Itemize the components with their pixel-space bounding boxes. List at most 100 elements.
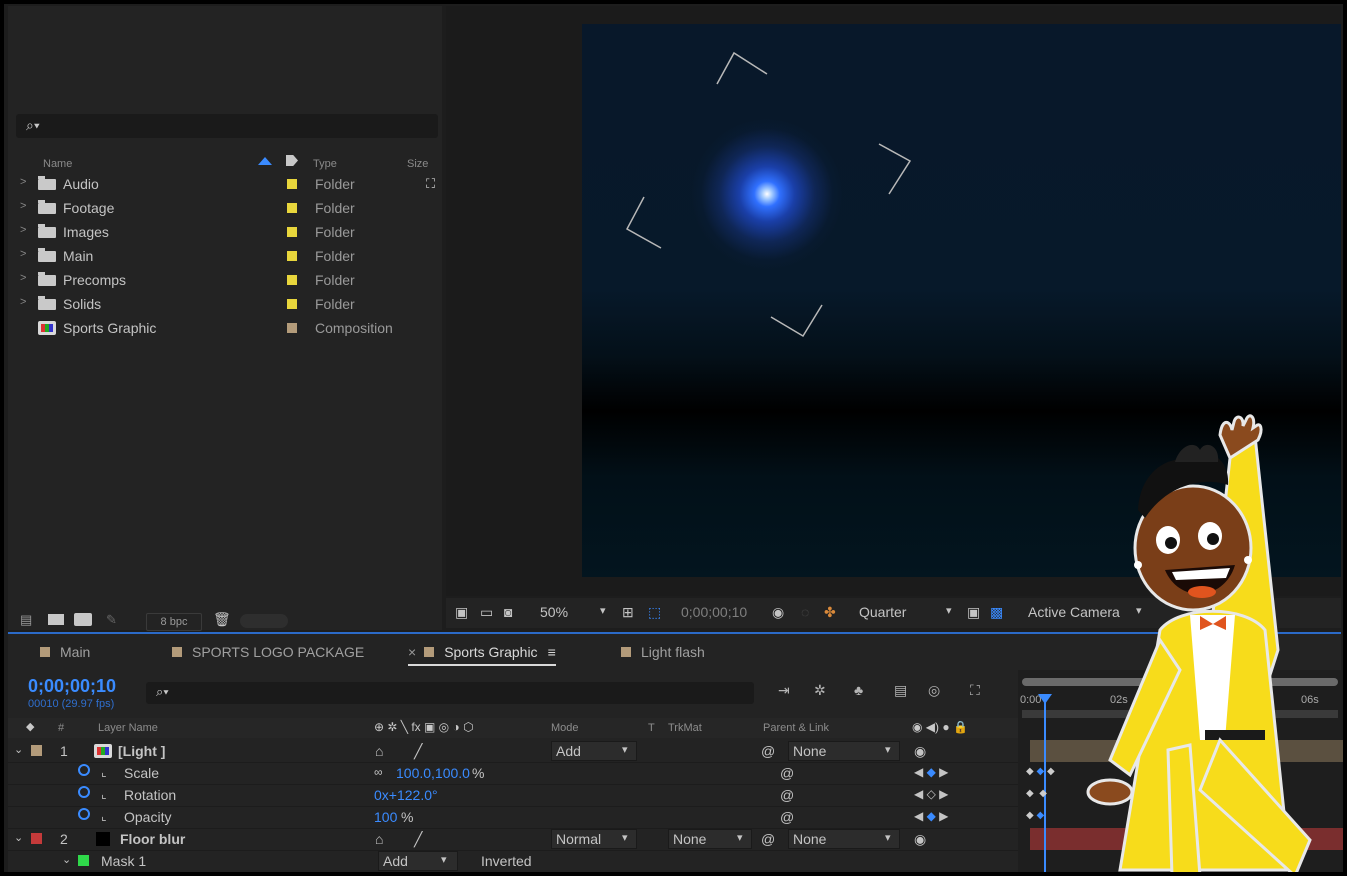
expression-pickwhip-icon[interactable]: @ [780, 809, 794, 825]
composition-mini-flowchart-icon[interactable]: ⇥ [778, 682, 790, 699]
column-mode[interactable]: Mode [551, 722, 579, 734]
stopwatch-icon[interactable] [78, 808, 90, 820]
label-swatch[interactable] [287, 251, 297, 261]
keyframe-icon[interactable]: ◆ ◆ [1026, 810, 1044, 821]
project-settings-icon[interactable]: ✎ [106, 612, 117, 628]
column-layer-name[interactable]: Layer Name [98, 722, 158, 734]
switches-icons[interactable]: ⊕ ✲ ╲ fx ▣ ◎ ◑ ⬡ [374, 720, 474, 734]
tab-sports-logo-package[interactable]: SPORTS LOGO PACKAGE [172, 644, 364, 660]
label-swatch[interactable] [287, 323, 297, 333]
interpret-footage-icon[interactable]: ▤ [20, 612, 32, 628]
expand-chevron-icon[interactable]: > [20, 176, 26, 188]
inverted-checkbox-label[interactable]: Inverted [481, 853, 532, 869]
column-type[interactable]: Type [313, 158, 337, 170]
chevron-down-icon[interactable]: ▾ [600, 604, 606, 617]
property-row-scale[interactable]: ⌞ Scale ∞ 100.0,100.0 % @ ◀ ◆ ▶ [8, 762, 1018, 785]
expression-pickwhip-icon[interactable]: @ [780, 765, 794, 781]
project-search-input[interactable]: ⌕▾ [16, 114, 438, 138]
tab-main[interactable]: Main [40, 644, 90, 660]
project-item[interactable]: > Footage Folder [16, 196, 426, 220]
draft-3d-icon[interactable]: ✲ [814, 682, 826, 699]
expand-chevron-icon[interactable]: > [20, 272, 26, 284]
zoom-select[interactable]: 50% [540, 604, 568, 620]
playhead-line[interactable] [1044, 696, 1046, 874]
stopwatch-icon[interactable] [78, 764, 90, 776]
property-value[interactable]: 100 [374, 809, 397, 825]
transparency-grid-icon[interactable]: ⬚ [648, 604, 661, 621]
expand-chevron-icon[interactable]: > [20, 200, 26, 212]
graph-editor-icon[interactable]: ⛶ [970, 682, 980, 699]
label-tag-icon[interactable]: ◆ [26, 720, 34, 733]
quality-switch-icon[interactable]: ╱ [414, 831, 422, 848]
project-item[interactable]: > Audio Folder ⛶ [16, 172, 435, 196]
parent-dropdown[interactable]: None ▾ [788, 829, 900, 849]
project-item[interactable]: > Images Folder [16, 220, 426, 244]
layer-row[interactable]: ⌄ 1 [Light ] ⌂ ╱ Add ▾ @ None ▾ ◉ [8, 740, 1018, 763]
new-composition-icon[interactable] [74, 613, 92, 626]
collapse-chevron-icon[interactable]: ⌄ [62, 853, 71, 866]
tab-light-flash[interactable]: Light flash [621, 644, 705, 660]
shy-layers-icon[interactable]: ♣ [854, 682, 863, 698]
graph-icon[interactable]: ⌞ [101, 765, 107, 779]
layer-name[interactable]: [Light ] [118, 743, 165, 759]
timeline-search-input[interactable]: ⌕▾ [146, 682, 754, 704]
keyframe-navigator[interactable]: ◀ ◆ ▶ [914, 765, 948, 779]
motion-blur-icon[interactable]: ◎ [928, 682, 940, 699]
always-preview-icon[interactable]: ▣ [455, 604, 468, 621]
collapse-chevron-icon[interactable]: ⌄ [14, 831, 23, 844]
pickwhip-icon[interactable]: @ [761, 743, 775, 759]
mask-mode-dropdown[interactable]: Add ▾ [378, 851, 458, 871]
column-parent-link[interactable]: Parent & Link [763, 722, 829, 734]
project-item[interactable]: > Precomps Folder [16, 268, 426, 292]
collapse-chevron-icon[interactable]: ⌄ [14, 743, 23, 756]
mode-dropdown[interactable]: Add ▾ [551, 741, 637, 761]
expand-chevron-icon[interactable]: > [20, 248, 26, 260]
keyframe-icon[interactable]: ◆ ◆ [1026, 788, 1047, 799]
mask-name[interactable]: Mask 1 [101, 853, 146, 869]
layer-name[interactable]: Floor blur [120, 831, 185, 847]
project-item[interactable]: > Main Folder [16, 244, 426, 268]
label-swatch[interactable] [287, 179, 297, 189]
property-row-opacity[interactable]: ⌞ Opacity 100 % @ ◀ ◆ ▶ [8, 806, 1018, 829]
pickwhip-icon[interactable]: @ [761, 831, 775, 847]
property-value[interactable]: 100.0,100.0 [396, 765, 470, 781]
viewer-timecode[interactable]: 0;00;00;10 [681, 604, 747, 620]
monitor-icon[interactable]: ▭ [480, 604, 493, 621]
expand-chevron-icon[interactable]: > [20, 296, 26, 308]
av-switches-icons[interactable]: ◉ ◀) ● 🔒 [912, 720, 968, 734]
fast-preview-icon[interactable]: ▣ [967, 604, 980, 621]
graph-icon[interactable]: ⌞ [101, 809, 107, 823]
resolution-select[interactable]: Quarter [859, 604, 906, 620]
shy-switch-icon[interactable]: ⌂ [375, 831, 383, 847]
tab-sports-graphic[interactable]: × Sports Graphic ≡ [408, 644, 556, 666]
project-item[interactable]: > Solids Folder [16, 292, 426, 316]
label-swatch[interactable] [287, 227, 297, 237]
new-folder-icon[interactable] [48, 614, 64, 625]
quality-switch-icon[interactable]: ╱ [414, 743, 422, 760]
column-trkmat[interactable]: TrkMat [668, 722, 702, 734]
keyframe-navigator[interactable]: ◀ ◆ ▶ [914, 809, 948, 823]
sort-ascending-icon[interactable] [258, 157, 272, 165]
show-snapshot-icon[interactable]: ◌ [801, 604, 809, 620]
chevron-down-icon[interactable]: ▾ [946, 604, 952, 617]
mask-row[interactable]: ⌄ Mask 1 Add ▾ Inverted [8, 850, 1018, 873]
layer-label-swatch[interactable] [31, 833, 42, 844]
mask-color-swatch[interactable] [78, 855, 89, 866]
visibility-eye-icon[interactable]: ◉ [914, 831, 926, 848]
label-swatch[interactable] [287, 203, 297, 213]
constrain-proportions-icon[interactable]: ∞ [374, 765, 383, 779]
toggle-transparency-icon[interactable]: ▩ [990, 604, 1003, 621]
snapshot-icon[interactable]: ◉ [772, 604, 784, 621]
trkmat-dropdown[interactable]: None ▾ [668, 829, 752, 849]
layer-label-swatch[interactable] [31, 745, 42, 756]
region-of-interest-icon[interactable]: ⊞ [622, 604, 634, 621]
frame-blending-icon[interactable]: ▤ [894, 682, 907, 699]
expression-pickwhip-icon[interactable]: @ [780, 787, 794, 803]
keyframe-navigator[interactable]: ◀ ◇ ▶ [914, 787, 948, 801]
project-slider[interactable] [240, 614, 288, 628]
label-swatch[interactable] [287, 275, 297, 285]
column-number[interactable]: # [58, 722, 64, 734]
label-tag-icon[interactable] [286, 155, 298, 166]
mode-dropdown[interactable]: Normal ▾ [551, 829, 637, 849]
panel-menu-icon[interactable]: ≡ [548, 644, 556, 660]
